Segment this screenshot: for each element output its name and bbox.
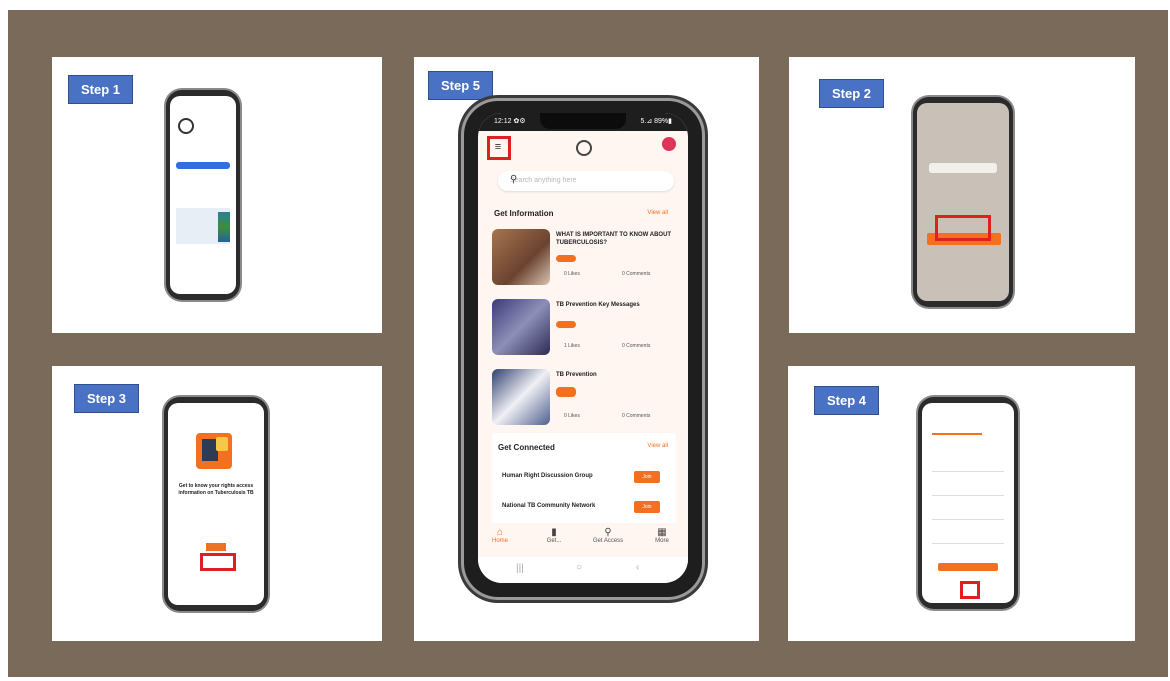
step1-screen [170, 96, 236, 294]
article-tag [556, 387, 576, 397]
group-name: Human Right Discussion Group [502, 473, 593, 479]
document-icon: ▮ [551, 527, 557, 538]
menu-highlight-box [487, 136, 511, 160]
step4-field-2 [932, 487, 1004, 496]
nav-get-access-label: Get Access [592, 538, 624, 544]
back-chevron-icon[interactable]: ‹ [636, 562, 639, 573]
location-pin-icon: ⚲ [604, 527, 612, 538]
article-comments[interactable]: 0 Comments [622, 413, 650, 419]
step4-field-3 [932, 511, 1004, 520]
nav-get-information-label: Get... [546, 538, 562, 544]
search-input[interactable]: Search anything here ⚲ [498, 171, 674, 191]
step4-phone [918, 397, 1018, 609]
app-logo-icon [178, 118, 194, 134]
nav-home[interactable]: ⌂ Home [480, 527, 520, 544]
article-likes[interactable]: 1 Likes [564, 343, 580, 349]
group-name: National TB Community Network [502, 503, 596, 509]
status-time: 12:12 ✿⚙ [494, 118, 526, 125]
step3-screen: Get to know your rights access informati… [168, 403, 264, 605]
join-group-button[interactable]: Join [634, 501, 660, 513]
view-all-information-link[interactable]: View all [647, 210, 668, 216]
get-information-title: Get Information [494, 209, 554, 218]
step4-submit-button[interactable] [938, 563, 998, 571]
step4-progress [932, 433, 982, 435]
step4-field-4 [932, 535, 1004, 544]
step5-label: Step 5 [428, 71, 494, 100]
step4-label: Step 4 [814, 386, 880, 415]
android-system-bar: ||| ○ ‹ [478, 557, 688, 583]
step3-next-indicator [206, 543, 226, 551]
article-card[interactable]: WHAT IS IMPORTANT TO KNOW ABOUT TUBERCUL… [492, 229, 676, 295]
main-phone: 12:12 ✿⚙ 5.⊿ 89%▮ ≡ Search anything here… [464, 101, 702, 597]
step3-intro-text: Get to know your rights access informati… [178, 483, 254, 496]
search-icon[interactable]: ⚲ [510, 174, 666, 185]
nav-get-access[interactable]: ⚲ Get Access [588, 527, 628, 544]
article-title: WHAT IS IMPORTANT TO KNOW ABOUT TUBERCUL… [556, 232, 672, 246]
status-battery: 5.⊿ 89%▮ [640, 118, 672, 125]
profile-avatar[interactable] [662, 137, 676, 151]
step2-panel: Step 2 [789, 57, 1135, 333]
step1-tiles [218, 212, 230, 242]
home-circle-icon[interactable]: ○ [576, 562, 582, 573]
article-thumbnail [492, 369, 550, 425]
step3-highlight-box [200, 553, 236, 571]
main-screen: 12:12 ✿⚙ 5.⊿ 89%▮ ≡ Search anything here… [478, 113, 688, 583]
get-connected-title: Get Connected [498, 443, 555, 452]
step3-phone: Get to know your rights access informati… [164, 397, 268, 611]
step4-screen [922, 403, 1014, 603]
article-tag [556, 321, 576, 328]
step4-field-1 [932, 463, 1004, 472]
article-title: TB Prevention [556, 372, 597, 378]
step2-input [929, 163, 997, 173]
step4-panel: Step 4 [788, 366, 1135, 641]
nav-more[interactable]: ▦ More [642, 527, 682, 544]
article-comments[interactable]: 0 Comments [622, 271, 650, 277]
step3-label: Step 3 [74, 384, 140, 413]
step3-panel: Step 3 Get to know your rights access in… [52, 366, 382, 641]
app-logo-icon [576, 140, 592, 156]
more-grid-icon: ▦ [657, 527, 667, 538]
article-comments[interactable]: 0 Comments [622, 343, 650, 349]
nav-more-label: More [655, 538, 669, 544]
recent-apps-icon[interactable]: ||| [516, 563, 524, 574]
step2-screen [917, 103, 1009, 301]
step2-phone [913, 97, 1013, 307]
step4-highlight-box [960, 581, 980, 599]
article-likes[interactable]: 0 Likes [564, 413, 580, 419]
step1-panel: Step 1 [52, 57, 382, 333]
nav-home-label: Home [491, 538, 508, 544]
article-likes[interactable]: 0 Likes [564, 271, 580, 277]
step3-illustration-icon [196, 433, 232, 469]
join-group-button[interactable]: Join [634, 471, 660, 483]
article-thumbnail [492, 299, 550, 355]
nav-get-information[interactable]: ▮ Get... [534, 527, 574, 544]
step2-label: Step 2 [819, 79, 885, 108]
article-thumbnail [492, 229, 550, 285]
step1-phone [166, 90, 240, 300]
phone-notch [540, 113, 626, 129]
step1-label: Step 1 [68, 75, 134, 104]
step1-install-bar [176, 162, 230, 169]
article-card[interactable]: TB Prevention Key Messages 1 Likes 0 Com… [492, 299, 676, 365]
view-all-connected-link[interactable]: View all [647, 443, 668, 449]
step2-highlight-box [935, 215, 991, 241]
bottom-navigation: ⌂ Home ▮ Get... ⚲ Get Access ▦ More [478, 523, 688, 557]
home-icon: ⌂ [496, 527, 504, 538]
article-card[interactable]: TB Prevention 0 Likes 0 Comments [492, 369, 676, 435]
article-tag [556, 255, 576, 262]
article-title: TB Prevention Key Messages [556, 302, 640, 308]
